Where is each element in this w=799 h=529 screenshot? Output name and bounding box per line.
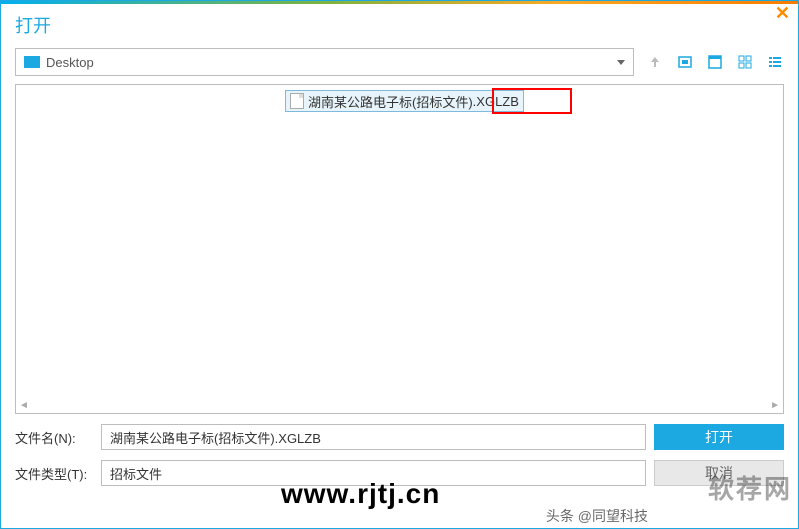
window-button[interactable] xyxy=(706,53,724,71)
view-list-button[interactable] xyxy=(766,53,784,71)
document-icon xyxy=(290,93,304,109)
file-item[interactable]: 湖南某公路电子标(招标文件) .XGLZB xyxy=(285,90,524,112)
location-dropdown[interactable]: Desktop xyxy=(15,48,634,76)
filename-row: 文件名(N): 湖南某公路电子标(招标文件).XGLZB 打开 xyxy=(15,424,784,450)
filename-input[interactable]: 湖南某公路电子标(招标文件).XGLZB xyxy=(101,424,646,450)
location-text: Desktop xyxy=(46,55,617,70)
filetype-row: 文件类型(T): 招标文件 取消 xyxy=(15,460,784,486)
up-folder-button[interactable] xyxy=(646,53,664,71)
scroll-left-icon: ◄ xyxy=(19,400,29,411)
file-list-area[interactable]: 湖南某公路电子标(招标文件) .XGLZB ◄ ► xyxy=(15,84,784,414)
open-dialog: ✕ 打开 Desktop xyxy=(0,0,799,529)
filename-label: 文件名(N): xyxy=(15,428,93,447)
close-icon: ✕ xyxy=(775,3,790,23)
watermark-attribution: 头条 @同望科技 xyxy=(546,506,648,526)
view-icons-button[interactable] xyxy=(736,53,754,71)
chevron-down-icon xyxy=(617,60,625,65)
filetype-value: 招标文件 xyxy=(110,464,162,483)
scroll-right-icon: ► xyxy=(770,400,780,411)
close-button[interactable]: ✕ xyxy=(775,3,790,24)
filetype-dropdown[interactable]: 招标文件 xyxy=(101,460,646,486)
filename-value: 湖南某公路电子标(招标文件).XGLZB xyxy=(110,428,321,447)
toolbar xyxy=(646,53,784,71)
file-name-ext: .XGLZB xyxy=(473,94,519,109)
filetype-label: 文件类型(T): xyxy=(15,464,93,483)
desktop-icon xyxy=(24,56,40,68)
file-name-base: 湖南某公路电子标(招标文件) xyxy=(308,92,473,111)
dialog-title: 打开 xyxy=(1,4,798,48)
new-folder-button[interactable] xyxy=(676,53,694,71)
open-button[interactable]: 打开 xyxy=(654,424,784,450)
horizontal-scrollbar[interactable]: ◄ ► xyxy=(16,400,783,411)
cancel-button[interactable]: 取消 xyxy=(654,460,784,486)
bottom-fields: 文件名(N): 湖南某公路电子标(招标文件).XGLZB 打开 文件类型(T):… xyxy=(1,414,798,486)
path-bar: Desktop xyxy=(1,48,798,84)
